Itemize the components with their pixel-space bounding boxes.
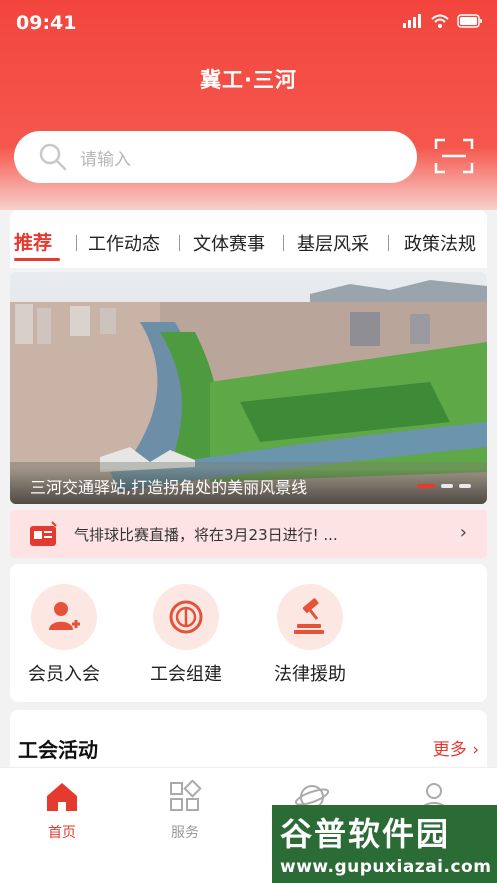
grid-icon <box>170 779 202 811</box>
scan-icon[interactable] <box>434 137 474 175</box>
status-time: 09:41 <box>16 12 77 34</box>
service-member-join[interactable]: 会员入会 <box>14 584 114 686</box>
status-bar: 09:41 <box>0 0 497 48</box>
watermark: 谷普软件园 www.gupuxiazai.com <box>272 805 497 883</box>
carousel-dot <box>441 484 453 488</box>
search-icon <box>39 143 67 171</box>
section-title: 工会活动 <box>18 738 98 762</box>
news-icon <box>30 521 57 546</box>
app-title: 冀工·三河 <box>200 68 297 92</box>
member-join-icon <box>31 584 97 650</box>
tab-divider <box>76 235 77 251</box>
wifi-icon <box>431 14 449 28</box>
carousel-dot <box>459 484 471 488</box>
banner-caption: 三河交通驿站,打造拐角处的美丽风景线 <box>10 468 487 504</box>
more-link[interactable]: 更多 › <box>433 735 479 760</box>
service-label: 法律援助 <box>274 664 346 685</box>
watermark-url: www.gupuxiazai.com <box>280 857 492 877</box>
search-placeholder: 请输入 <box>80 149 131 170</box>
tabbar-item-home[interactable]: 首页 <box>22 780 102 842</box>
category-tabs: 推荐 工作动态 文体赛事 基层风采 政策法规 <box>10 210 487 268</box>
notice-bar[interactable]: 气排球比赛直播，将在3月23日进行! ... › <box>10 510 487 558</box>
service-label: 会员入会 <box>28 664 100 685</box>
tab-divider <box>179 235 180 251</box>
tabbar-label: 首页 <box>48 825 76 841</box>
tab-grassroots[interactable]: 基层风采 <box>297 230 369 256</box>
tab-sports-events[interactable]: 文体赛事 <box>193 230 265 256</box>
service-label: 工会组建 <box>150 664 222 685</box>
tab-divider <box>388 235 389 251</box>
status-icons <box>403 14 483 28</box>
tab-work-news[interactable]: 工作动态 <box>88 230 160 256</box>
banner-carousel[interactable]: 三河交通驿站,打造拐角处的美丽风景线 <box>10 272 487 504</box>
carousel-dot <box>417 484 435 488</box>
active-tab-indicator <box>14 258 60 261</box>
battery-icon <box>457 14 482 28</box>
search-input[interactable]: 请输入 <box>14 131 417 183</box>
carousel-indicator <box>417 484 471 488</box>
service-legal-aid[interactable]: 法律援助 <box>260 584 360 686</box>
tab-recommend[interactable]: 推荐 <box>14 228 52 255</box>
legal-aid-icon <box>277 584 343 650</box>
tab-divider <box>283 235 284 251</box>
service-union-build[interactable]: 工会组建 <box>136 584 236 686</box>
union-build-icon <box>153 584 219 650</box>
services-card: 会员入会 工会组建 法律援助 <box>10 564 487 702</box>
chevron-right-icon: › <box>459 522 467 543</box>
watermark-title: 谷普软件园 <box>280 815 451 853</box>
notice-text: 气排球比赛直播，将在3月23日进行! ... <box>74 526 338 544</box>
tab-policy[interactable]: 政策法规 <box>404 230 476 256</box>
tabbar-label: 服务 <box>171 825 199 841</box>
home-icon <box>47 783 77 811</box>
signal-icon <box>403 14 421 28</box>
tabbar-item-services[interactable]: 服务 <box>145 779 225 842</box>
